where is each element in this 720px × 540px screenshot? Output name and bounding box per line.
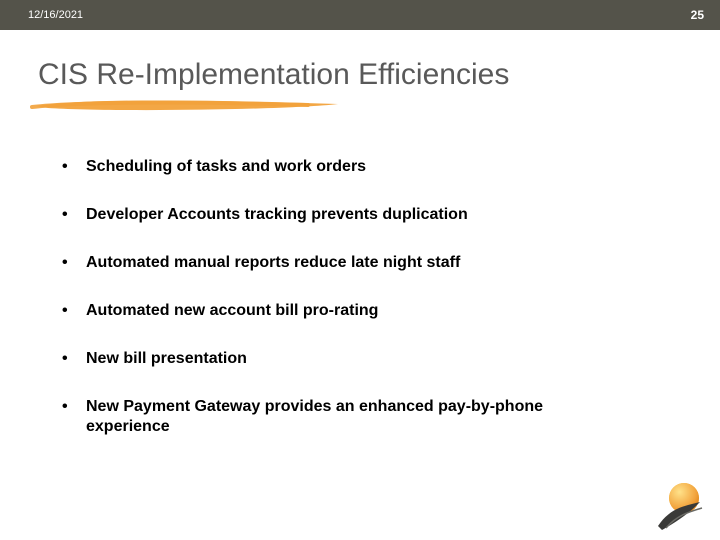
bullet-item: Automated new account bill pro-rating <box>58 301 618 321</box>
slide-header: 12/16/2021 25 <box>0 0 720 30</box>
bullet-item: Scheduling of tasks and work orders <box>58 157 618 177</box>
bullet-item: Developer Accounts tracking prevents dup… <box>58 205 618 225</box>
title-underline-accent <box>28 96 358 114</box>
corner-logo-icon <box>640 478 712 534</box>
bullet-item: New Payment Gateway provides an enhanced… <box>58 397 618 437</box>
header-date: 12/16/2021 <box>28 9 83 21</box>
bullet-item: Automated manual reports reduce late nig… <box>58 253 618 273</box>
bullet-item: New bill presentation <box>58 349 618 369</box>
header-page-number: 25 <box>691 8 704 22</box>
slide-title: CIS Re-Implementation Efficiencies <box>38 58 720 92</box>
bullet-list: Scheduling of tasks and work orders Deve… <box>58 157 618 437</box>
